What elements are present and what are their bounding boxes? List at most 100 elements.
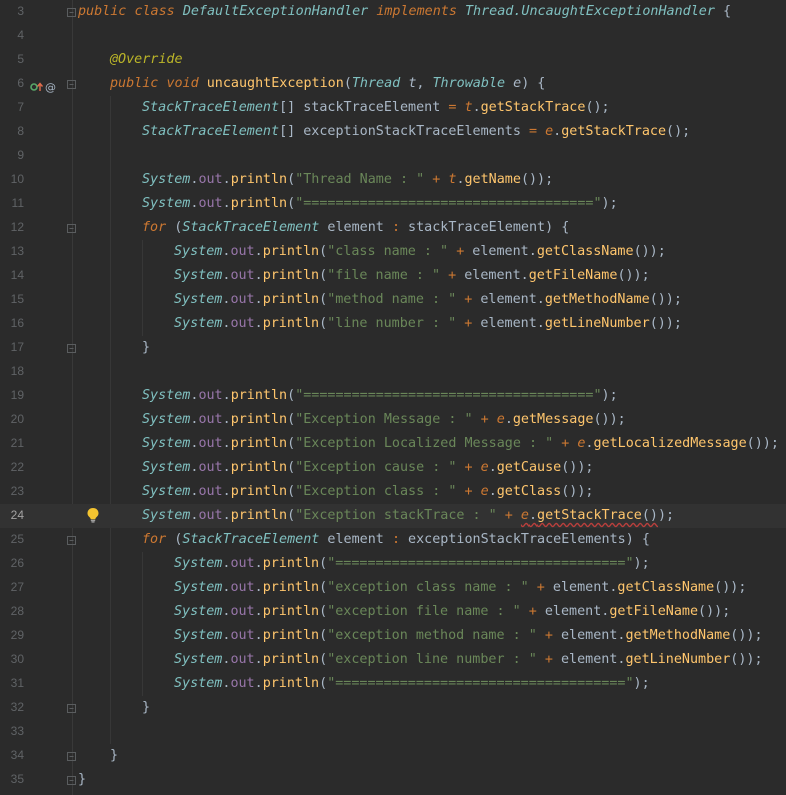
code-line[interactable]: 28 System.out.println("exception file na… [0, 600, 786, 624]
fold-marker-icon[interactable] [67, 536, 76, 545]
token: ( [319, 316, 328, 331]
fold-marker-icon[interactable] [67, 704, 76, 713]
code-line-current[interactable]: 24 System.out.println("Exception stackTr… [0, 504, 786, 528]
line-number: 5 [17, 52, 24, 66]
token-warning[interactable]: e [521, 508, 529, 523]
token: } [110, 748, 119, 763]
token: element. [472, 292, 545, 307]
token: . [222, 508, 231, 523]
code-line[interactable]: 35 } [0, 768, 786, 792]
code-line[interactable]: 26 System.out.println("=================… [0, 552, 786, 576]
token: println [230, 508, 288, 523]
line-number: 31 [10, 676, 24, 690]
code-line[interactable]: 23 System.out.println("Exception class :… [0, 480, 786, 504]
token-warning[interactable]: . [529, 508, 537, 523]
token: getMessage [512, 412, 594, 427]
token: . [254, 652, 263, 667]
code-line[interactable]: 25 for (StackTraceElement element : exce… [0, 528, 786, 552]
token: println [230, 436, 288, 451]
code-text: public class DefaultExceptionHandler imp… [78, 3, 731, 21]
code-line[interactable]: 27 System.out.println("exception class n… [0, 576, 786, 600]
code-line[interactable]: 6 @ public void uncaughtException(Thread… [0, 72, 786, 96]
code-text: System.out.println("line number : " + el… [174, 315, 682, 333]
code-line[interactable]: 14 System.out.println("file name : " + e… [0, 264, 786, 288]
code-line[interactable]: 7 StackTraceElement[] stackTraceElement … [0, 96, 786, 120]
code-line[interactable]: 15 System.out.println("method name : " +… [0, 288, 786, 312]
override-marker-icon[interactable]: @ [30, 78, 56, 94]
line-number: 28 [10, 604, 24, 618]
token: } [78, 772, 87, 787]
token: ( [287, 172, 296, 187]
line-number: 16 [10, 316, 24, 330]
token: public [78, 4, 127, 19]
code-line[interactable]: 22 System.out.println("Exception cause :… [0, 456, 786, 480]
token: getClassName [617, 580, 715, 595]
token: e [480, 484, 489, 499]
token: getLineNumber [544, 316, 650, 331]
token: ); [657, 508, 675, 523]
code-line[interactable]: 33 [0, 720, 786, 744]
token-warning[interactable]: getStackTrace [537, 508, 642, 523]
code-line[interactable]: 12 for (StackTraceElement element : stac… [0, 216, 786, 240]
code-line[interactable]: 20 System.out.println("Exception Message… [0, 408, 786, 432]
token-warning[interactable]: () [642, 508, 658, 523]
line-number: 21 [10, 436, 24, 450]
code-line[interactable]: 21 System.out.println("Exception Localiz… [0, 432, 786, 456]
code-line[interactable]: 34 } [0, 744, 786, 768]
token: println [262, 292, 320, 307]
token: StackTraceElement [142, 124, 280, 139]
token: System [142, 460, 191, 475]
token: ()); [730, 628, 763, 643]
code-line[interactable]: 32 } [0, 696, 786, 720]
token: "exception class name : " [327, 580, 529, 595]
fold-marker-icon[interactable] [67, 752, 76, 761]
token: . [254, 556, 263, 571]
code-line[interactable]: 18 [0, 360, 786, 384]
code-line[interactable]: 30 System.out.println("exception line nu… [0, 648, 786, 672]
lightbulb-icon[interactable] [86, 507, 100, 523]
code-line[interactable]: 31 System.out.println("=================… [0, 672, 786, 696]
token: "line number : " [327, 316, 457, 331]
fold-marker-icon[interactable] [67, 776, 76, 785]
token: } [142, 700, 151, 715]
token: . [254, 244, 263, 259]
token: class [134, 4, 175, 19]
token: ( [319, 604, 328, 619]
code-line[interactable]: 19 System.out.println("=================… [0, 384, 786, 408]
fold-marker-icon[interactable] [67, 224, 76, 233]
code-line[interactable]: 9 [0, 144, 786, 168]
token: println [262, 580, 320, 595]
code-line[interactable]: 8 StackTraceElement[] exceptionStackTrac… [0, 120, 786, 144]
fold-marker-icon[interactable] [67, 8, 76, 17]
token: : [391, 220, 400, 235]
token: . [254, 268, 263, 283]
code-line[interactable]: 13 System.out.println("class name : " + … [0, 240, 786, 264]
token: ); [601, 388, 618, 403]
code-line[interactable]: 4 [0, 24, 786, 48]
fold-marker-icon[interactable] [67, 80, 76, 89]
token: "====================================" [295, 196, 602, 211]
code-text: System.out.println("====================… [142, 387, 618, 405]
token: out [198, 508, 223, 523]
code-line[interactable]: 5 @Override [0, 48, 786, 72]
code-editor[interactable]: 3 public class DefaultExceptionHandler i… [0, 0, 786, 795]
token: implements [376, 4, 457, 19]
fold-marker-icon[interactable] [67, 344, 76, 353]
token: out [198, 172, 223, 187]
code-line[interactable]: 17 } [0, 336, 786, 360]
code-line[interactable]: 29 System.out.println("exception method … [0, 624, 786, 648]
token: ( [287, 484, 296, 499]
token: stackTraceElement) { [400, 220, 570, 235]
token: ()); [633, 244, 666, 259]
code-line[interactable]: 3 public class DefaultExceptionHandler i… [0, 0, 786, 24]
token: getFileName [609, 604, 699, 619]
code-line[interactable]: 16 System.out.println("line number : " +… [0, 312, 786, 336]
code-line[interactable]: 10 System.out.println("Thread Name : " +… [0, 168, 786, 192]
token: Throwable [432, 76, 506, 91]
code-line[interactable]: 11 System.out.println("=================… [0, 192, 786, 216]
